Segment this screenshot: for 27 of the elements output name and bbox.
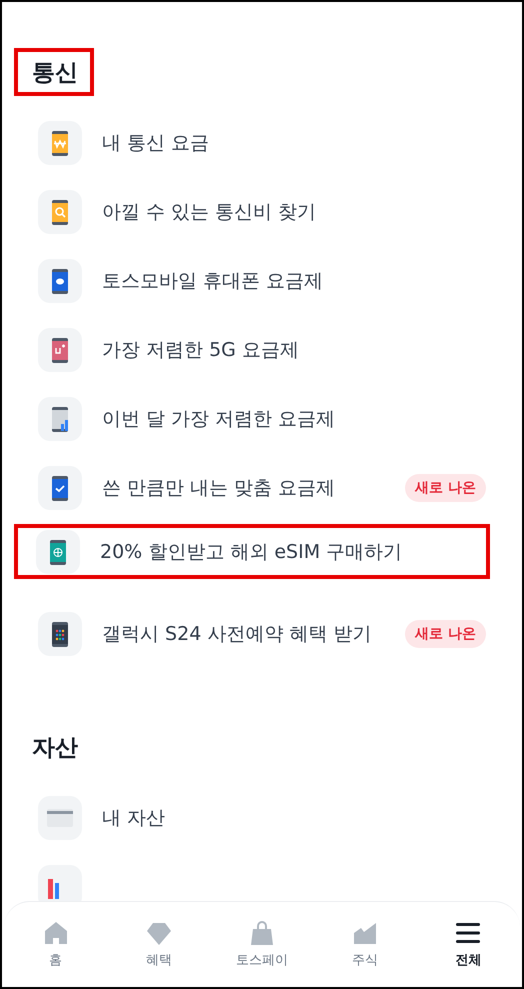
- menu-item-label[interactable]: 가장 저렴한 5G 요금제: [102, 330, 486, 368]
- menu-item-label[interactable]: 내 통신 요금: [102, 124, 486, 162]
- tab[interactable]: 전체: [428, 918, 508, 968]
- phone-icon: [38, 396, 82, 440]
- tab[interactable]: 주식: [325, 918, 406, 968]
- menu-item-label[interactable]: 토스모바일 휴대폰 요금제: [102, 262, 486, 300]
- new-badge: 새로 나온: [405, 620, 486, 648]
- phone-icon: [36, 530, 80, 574]
- menu-item-label[interactable]: 20% 할인받고 해외 eSIM 구매하기: [100, 532, 454, 570]
- phone-icon: [38, 120, 82, 164]
- section-title: 통신: [32, 58, 78, 88]
- phone-icon: [38, 258, 82, 302]
- tab[interactable]: 혜택: [118, 918, 199, 968]
- new-badge: 새로 나온: [405, 474, 486, 502]
- menu-item-label[interactable]: 쓴 만큼만 내는 맞춤 요금제: [102, 468, 382, 506]
- section-title: 자산: [32, 734, 78, 762]
- phone-icon: [38, 466, 82, 510]
- menu-item-label[interactable]: 내 자산: [102, 798, 486, 836]
- tab[interactable]: 토스페이: [222, 918, 302, 968]
- menu-item-label[interactable]: 아낄 수 있는 통신비 찾기: [102, 192, 486, 230]
- phone-icon: [38, 190, 82, 234]
- tab[interactable]: 홈: [16, 918, 96, 968]
- menu-item-label[interactable]: 이번 달 가장 저렴한 요금제: [102, 400, 486, 438]
- phone-icon: [38, 612, 82, 656]
- card-icon: [38, 796, 82, 840]
- phone-icon: [38, 328, 82, 372]
- menu-item-label[interactable]: 갤럭시 S24 사전예약 혜택 받기: [102, 615, 382, 653]
